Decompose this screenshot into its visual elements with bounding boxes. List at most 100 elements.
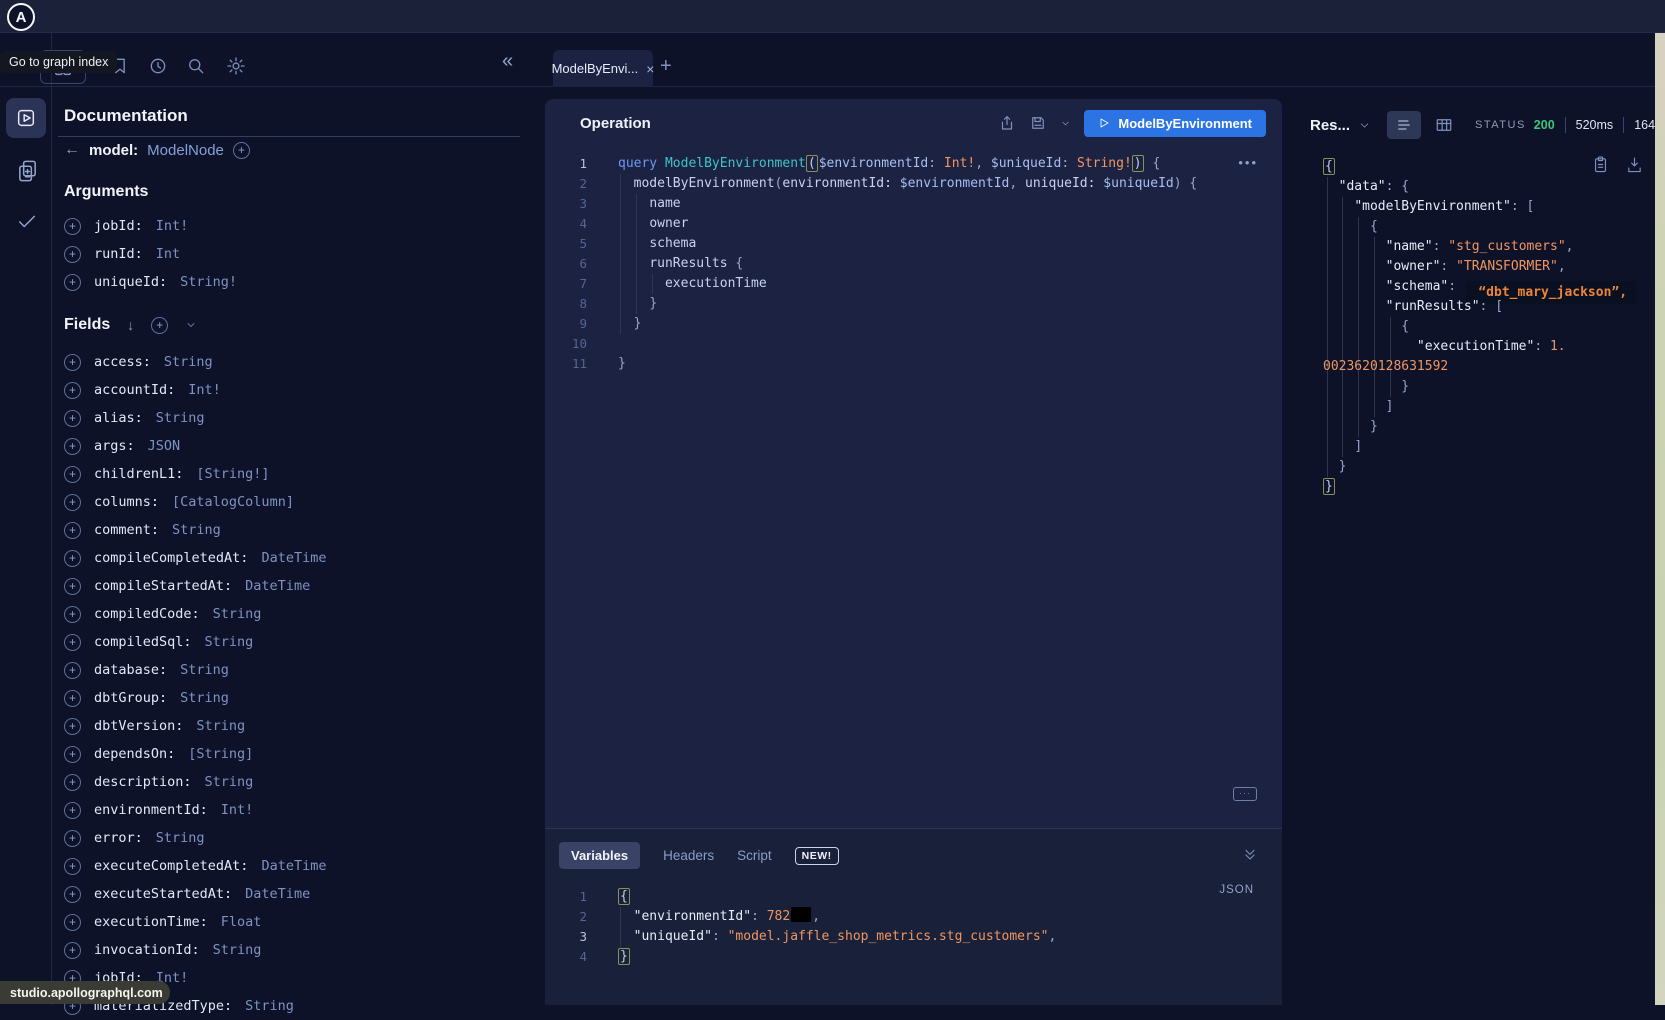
apollo-logo[interactable]: A bbox=[7, 3, 35, 31]
field-name[interactable]: compileCompletedAt: bbox=[94, 550, 248, 566]
sidebar-item-schema[interactable] bbox=[16, 158, 39, 184]
tab-script[interactable]: Script bbox=[737, 848, 772, 863]
json-view-toggle[interactable] bbox=[1387, 111, 1421, 139]
run-operation-button[interactable]: ModelByEnvironment bbox=[1084, 110, 1266, 137]
keyboard-shortcuts-icon[interactable]: ··· bbox=[1233, 787, 1257, 801]
field-name[interactable]: invocationId: bbox=[94, 942, 200, 958]
field-name[interactable]: description: bbox=[94, 774, 192, 790]
field-type[interactable]: [String!] bbox=[196, 466, 269, 482]
field-type[interactable]: String bbox=[180, 662, 229, 678]
field-name[interactable]: database: bbox=[94, 662, 167, 678]
save-icon[interactable] bbox=[1029, 114, 1047, 132]
field-type[interactable]: String bbox=[180, 690, 229, 706]
field-type[interactable]: String bbox=[205, 634, 254, 650]
field-name[interactable]: executeCompletedAt: bbox=[94, 858, 248, 874]
add-field-icon[interactable]: + bbox=[64, 718, 81, 735]
add-field-icon[interactable]: + bbox=[64, 438, 81, 455]
field-type[interactable]: Int! bbox=[156, 218, 189, 234]
add-field-icon[interactable]: + bbox=[64, 634, 81, 651]
save-chevron-icon[interactable] bbox=[1060, 118, 1071, 129]
table-view-icon[interactable] bbox=[1435, 116, 1453, 134]
field-type[interactable]: String bbox=[172, 522, 221, 538]
add-field-icon[interactable]: + bbox=[64, 662, 81, 679]
response-chevron-icon[interactable] bbox=[1358, 119, 1371, 132]
add-field-icon[interactable]: + bbox=[64, 746, 81, 763]
field-type[interactable]: JSON bbox=[148, 438, 181, 454]
field-name[interactable]: accountId: bbox=[94, 382, 175, 398]
add-type-icon[interactable]: + bbox=[233, 142, 250, 159]
add-field-icon[interactable]: + bbox=[64, 354, 81, 371]
field-name[interactable]: jobId: bbox=[94, 218, 143, 234]
add-field-icon[interactable]: + bbox=[64, 218, 81, 235]
field-name[interactable]: columns: bbox=[94, 494, 159, 510]
add-field-icon[interactable]: + bbox=[64, 466, 81, 483]
add-field-icon[interactable]: + bbox=[64, 606, 81, 623]
field-name[interactable]: compiledCode: bbox=[94, 606, 200, 622]
field-type[interactable]: DateTime bbox=[245, 578, 310, 594]
field-type[interactable]: [CatalogColumn] bbox=[172, 494, 294, 510]
add-field-icon[interactable]: + bbox=[64, 886, 81, 903]
add-field-icon[interactable]: + bbox=[64, 274, 81, 291]
settings-gear-icon[interactable] bbox=[226, 56, 246, 76]
sidebar-item-explorer[interactable] bbox=[6, 98, 46, 138]
variables-code-editor[interactable]: { "environmentId": 782, "uniqueId": "mod… bbox=[618, 887, 1056, 967]
history-icon[interactable] bbox=[148, 56, 168, 76]
add-field-icon[interactable]: + bbox=[64, 774, 81, 791]
operation-code-editor[interactable]: query ModelByEnvironment($environmentId:… bbox=[618, 154, 1197, 374]
field-name[interactable]: access: bbox=[94, 354, 151, 370]
operation-tab[interactable]: ModelByEnvi... × bbox=[553, 50, 653, 87]
search-icon[interactable] bbox=[186, 56, 206, 76]
field-type[interactable]: String bbox=[213, 606, 262, 622]
add-field-icon[interactable]: + bbox=[64, 410, 81, 427]
field-type[interactable]: String! bbox=[180, 274, 237, 290]
tab-variables[interactable]: Variables bbox=[559, 842, 640, 869]
field-name[interactable]: environmentId: bbox=[94, 802, 208, 818]
field-name[interactable]: uniqueId: bbox=[94, 274, 167, 290]
tab-headers[interactable]: Headers bbox=[663, 848, 714, 863]
close-tab-icon[interactable]: × bbox=[646, 61, 654, 77]
add-field-icon[interactable]: + bbox=[64, 802, 81, 819]
add-field-icon[interactable]: + bbox=[64, 550, 81, 567]
field-type[interactable]: Int! bbox=[188, 382, 221, 398]
field-type[interactable]: Float bbox=[221, 914, 262, 930]
collapse-variables-icon[interactable] bbox=[1242, 847, 1258, 863]
field-type[interactable]: DateTime bbox=[261, 550, 326, 566]
add-all-fields-icon[interactable]: + bbox=[151, 317, 168, 334]
field-type[interactable]: String bbox=[245, 998, 294, 1014]
field-type[interactable]: String bbox=[213, 942, 262, 958]
back-arrow-icon[interactable]: ← bbox=[64, 141, 80, 159]
sidebar-item-checks[interactable] bbox=[16, 210, 38, 232]
add-field-icon[interactable]: + bbox=[64, 830, 81, 847]
field-name[interactable]: runId: bbox=[94, 246, 143, 262]
field-name[interactable]: compileStartedAt: bbox=[94, 578, 232, 594]
collapse-docs-icon[interactable]: « bbox=[502, 52, 513, 70]
add-field-icon[interactable]: + bbox=[64, 522, 81, 539]
response-json-body[interactable]: { "data": { "modelByEnvironment": [ { "n… bbox=[1323, 157, 1636, 497]
add-field-icon[interactable]: + bbox=[64, 914, 81, 931]
add-field-icon[interactable]: + bbox=[64, 382, 81, 399]
field-name[interactable]: dbtVersion: bbox=[94, 718, 183, 734]
field-type[interactable]: String bbox=[205, 774, 254, 790]
add-field-icon[interactable]: + bbox=[64, 690, 81, 707]
field-type[interactable]: String bbox=[196, 718, 245, 734]
field-type[interactable]: [String] bbox=[188, 746, 253, 762]
breadcrumb-type[interactable]: ModelNode bbox=[147, 142, 224, 159]
field-type[interactable]: Int! bbox=[221, 802, 254, 818]
field-name[interactable]: error: bbox=[94, 830, 143, 846]
field-type[interactable]: DateTime bbox=[245, 886, 310, 902]
field-name[interactable]: alias: bbox=[94, 410, 143, 426]
sort-fields-icon[interactable]: ↓ bbox=[127, 317, 134, 333]
field-type[interactable]: String bbox=[156, 830, 205, 846]
response-title[interactable]: Res... bbox=[1310, 117, 1350, 134]
add-field-icon[interactable]: + bbox=[64, 246, 81, 263]
field-type[interactable]: String bbox=[164, 354, 213, 370]
field-type[interactable]: DateTime bbox=[261, 858, 326, 874]
add-field-icon[interactable]: + bbox=[64, 494, 81, 511]
new-tab-icon[interactable]: + bbox=[660, 55, 672, 78]
add-field-icon[interactable]: + bbox=[64, 578, 81, 595]
field-name[interactable]: executionTime: bbox=[94, 914, 208, 930]
field-type[interactable]: String bbox=[156, 410, 205, 426]
field-name[interactable]: comment: bbox=[94, 522, 159, 538]
editor-more-menu-icon[interactable]: ••• bbox=[1238, 155, 1258, 170]
field-name[interactable]: dependsOn: bbox=[94, 746, 175, 762]
